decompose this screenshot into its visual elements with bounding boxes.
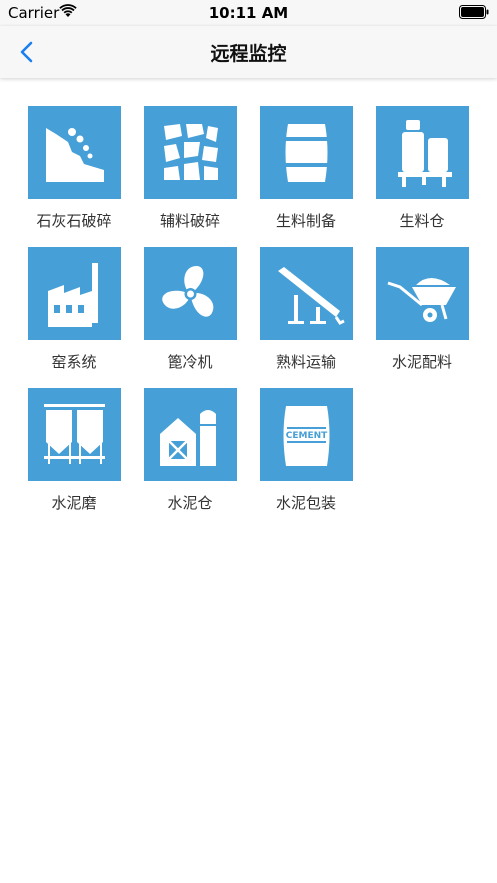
silo-tanks-icon	[376, 106, 469, 199]
tile-label: 石灰石破碎	[36, 212, 112, 230]
tile-label: 水泥配料	[391, 353, 452, 371]
cement-bag-icon: CEMENT	[260, 388, 353, 481]
tile-cement-batching[interactable]: 水泥配料	[364, 247, 480, 377]
conveyor-icon	[260, 247, 353, 340]
tile-kiln-system[interactable]: 窑系统	[16, 247, 132, 377]
twin-silo-icon	[28, 388, 121, 481]
tile-clinker-transport[interactable]: 熟料运输	[248, 247, 364, 377]
barrel-icon	[260, 106, 353, 199]
tile-raw-meal-preparation[interactable]: 生料制备	[248, 106, 364, 236]
tile-label: 窑系统	[51, 353, 97, 371]
tile-label: 水泥磨	[51, 494, 97, 512]
fan-icon	[144, 247, 237, 340]
status-time: 10:11 AM	[208, 4, 289, 22]
tile-label: 生料制备	[275, 212, 336, 230]
tile-label: 熟料运输	[275, 353, 336, 371]
stones-icon	[144, 106, 237, 199]
wheelbarrow-icon	[376, 247, 469, 340]
tile-cement-mill[interactable]: 水泥磨	[16, 388, 132, 518]
tile-raw-meal-silo[interactable]: 生料仓	[364, 106, 480, 236]
tile-label: 篦冷机	[167, 353, 213, 371]
tile-limestone-crushing[interactable]: 石灰石破碎	[16, 106, 132, 236]
tile-cement-packaging[interactable]: CEMENT 水泥包装	[248, 388, 364, 518]
page-title: 远程监控	[210, 43, 287, 65]
tile-cement-silo[interactable]: 水泥仓	[132, 388, 248, 518]
crusher-icon	[28, 106, 121, 199]
battery-icon	[459, 5, 489, 19]
tile-label: 辅料破碎	[159, 212, 220, 230]
navigation-bar: 远程监控	[0, 26, 497, 78]
factory-icon	[28, 247, 121, 340]
barn-silo-icon	[144, 388, 237, 481]
tile-auxiliary-crushing[interactable]: 辅料破碎	[132, 106, 248, 236]
tile-label: 生料仓	[399, 212, 445, 230]
tile-grate-cooler[interactable]: 篦冷机	[132, 247, 248, 377]
tile-label: 水泥包装	[275, 494, 336, 512]
cement-text: CEMENT	[286, 431, 328, 441]
tile-label: 水泥仓	[167, 494, 213, 512]
status-bar: Carrier 10:11 AM	[0, 0, 497, 26]
